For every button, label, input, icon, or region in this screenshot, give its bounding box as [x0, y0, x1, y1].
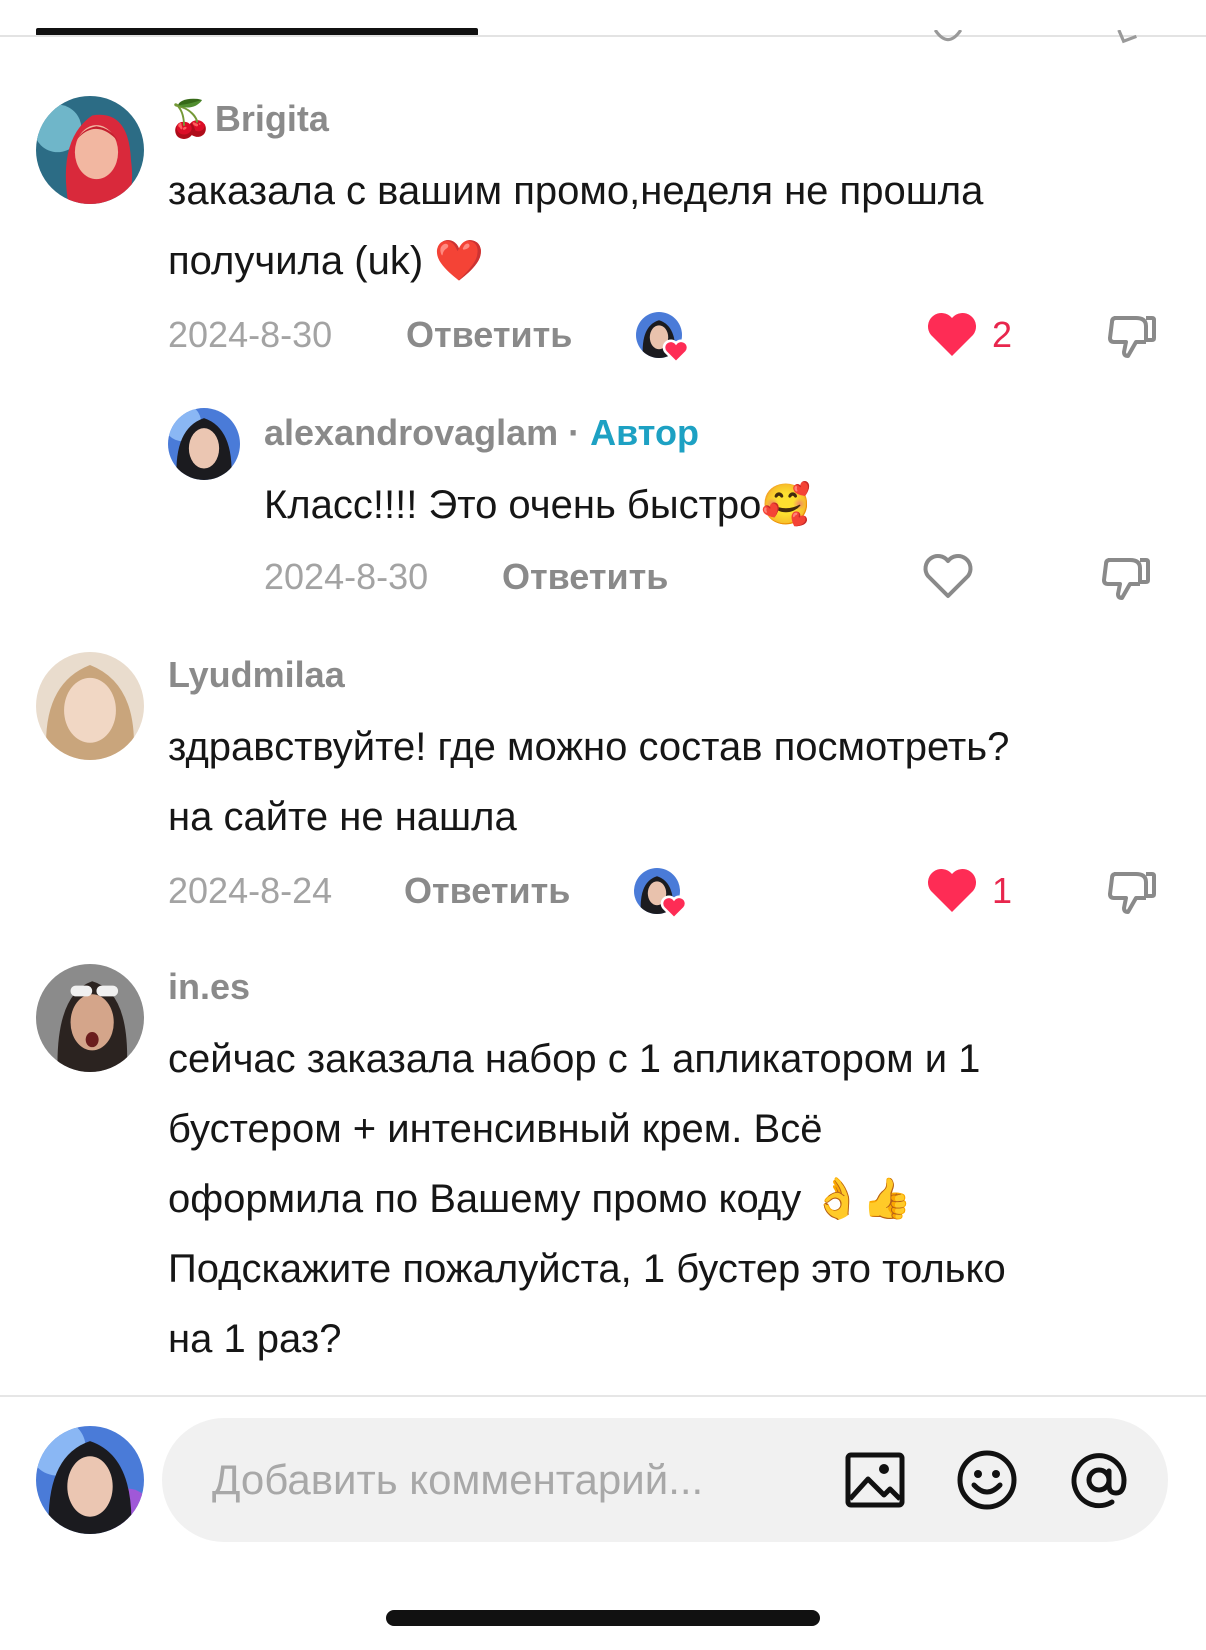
image-icon[interactable]: [844, 1449, 906, 1511]
comment-date: 2024-8-30: [168, 314, 333, 355]
comment-meta: 2024-8-30 Ответить: [0, 552, 1206, 602]
username[interactable]: 🍒Brigita: [168, 98, 329, 140]
username-text: alexandrovaglam: [264, 412, 559, 453]
avatar[interactable]: [168, 408, 240, 480]
like-count: 2: [992, 314, 1013, 355]
dislike-icon-partial: [1112, 30, 1148, 46]
comment-meta: 2024-8-24 Ответить 1: [0, 864, 1206, 920]
comment-date: 2024-8-24: [168, 870, 333, 911]
comment-line: на сайте не нашла: [168, 795, 517, 839]
username[interactable]: Lyudmilaa: [168, 654, 345, 696]
divider-bottom: [0, 1395, 1206, 1397]
comment-input[interactable]: Добавить комментарий...: [162, 1418, 1168, 1542]
divider-top: [0, 35, 1206, 37]
avatar[interactable]: [36, 652, 144, 760]
comment-line: бустером + интенсивный крем. Всё: [168, 1107, 823, 1151]
reply-button[interactable]: Ответить: [404, 870, 570, 912]
comment-line: сейчас заказала набор с 1 апликатором и …: [168, 1037, 981, 1081]
comment-line: Подскажите пожалуйста, 1 бустер это толь…: [168, 1247, 1006, 1291]
home-indicator: [386, 1610, 820, 1626]
author-liked-avatar: [636, 312, 690, 364]
reply-button[interactable]: Ответить: [406, 314, 572, 356]
separator: ·: [568, 412, 581, 453]
comment-line: здравствуйте! где можно состав посмотрет…: [168, 725, 1010, 769]
dislike-icon[interactable]: [1106, 864, 1158, 916]
heart-filled-icon[interactable]: [926, 310, 978, 358]
heart-outline-icon-partial: [930, 30, 966, 46]
dislike-icon[interactable]: [1106, 308, 1158, 360]
heart-outline-icon[interactable]: [922, 552, 974, 600]
username-text: in.es: [168, 966, 251, 1007]
comment-line: заказала с вашим промо,неделя не прошла: [168, 169, 984, 213]
username-text: Lyudmilaa: [168, 654, 345, 695]
mention-icon[interactable]: [1068, 1449, 1130, 1511]
comment-meta: 2024-8-30 Ответить 2: [0, 308, 1206, 364]
heart-badge-icon: [660, 895, 688, 920]
avatar[interactable]: [36, 964, 144, 1072]
comment-text: Класс!!!! Это очень быстро🥰: [264, 470, 1164, 540]
heart-filled-icon[interactable]: [926, 866, 978, 914]
heart-badge-icon: [662, 339, 690, 364]
like-count: 1: [992, 870, 1013, 911]
comment-line: получила (uk) ❤️: [168, 239, 485, 283]
username-text: Brigita: [214, 98, 329, 139]
dislike-icon[interactable]: [1100, 550, 1152, 602]
comment-input-placeholder: Добавить комментарий...: [212, 1456, 704, 1503]
author-badge: Автор: [590, 412, 699, 453]
comment-line: Класс!!!! Это очень быстро🥰: [264, 483, 812, 527]
username[interactable]: alexandrovaglam · Автор: [264, 412, 699, 454]
username[interactable]: in.es: [168, 966, 250, 1008]
reply-button[interactable]: Ответить: [502, 556, 668, 598]
comment-line: оформила по Вашему промо коду 👌👍: [168, 1177, 912, 1221]
author-liked-avatar: [634, 868, 688, 920]
cherry-emoji: 🍒: [168, 99, 213, 140]
comment-text: здравствуйте! где можно состав посмотрет…: [168, 712, 1188, 852]
comment-line: на 1 раз?: [168, 1317, 342, 1361]
comment-text: заказала с вашим промо,неделя не прошла …: [168, 156, 1168, 296]
comment-date: 2024-8-30: [264, 556, 429, 597]
comment-text: сейчас заказала набор с 1 апликатором и …: [168, 1024, 1188, 1374]
emoji-icon[interactable]: [956, 1449, 1018, 1511]
my-avatar[interactable]: [36, 1426, 144, 1534]
avatar[interactable]: [36, 96, 144, 204]
